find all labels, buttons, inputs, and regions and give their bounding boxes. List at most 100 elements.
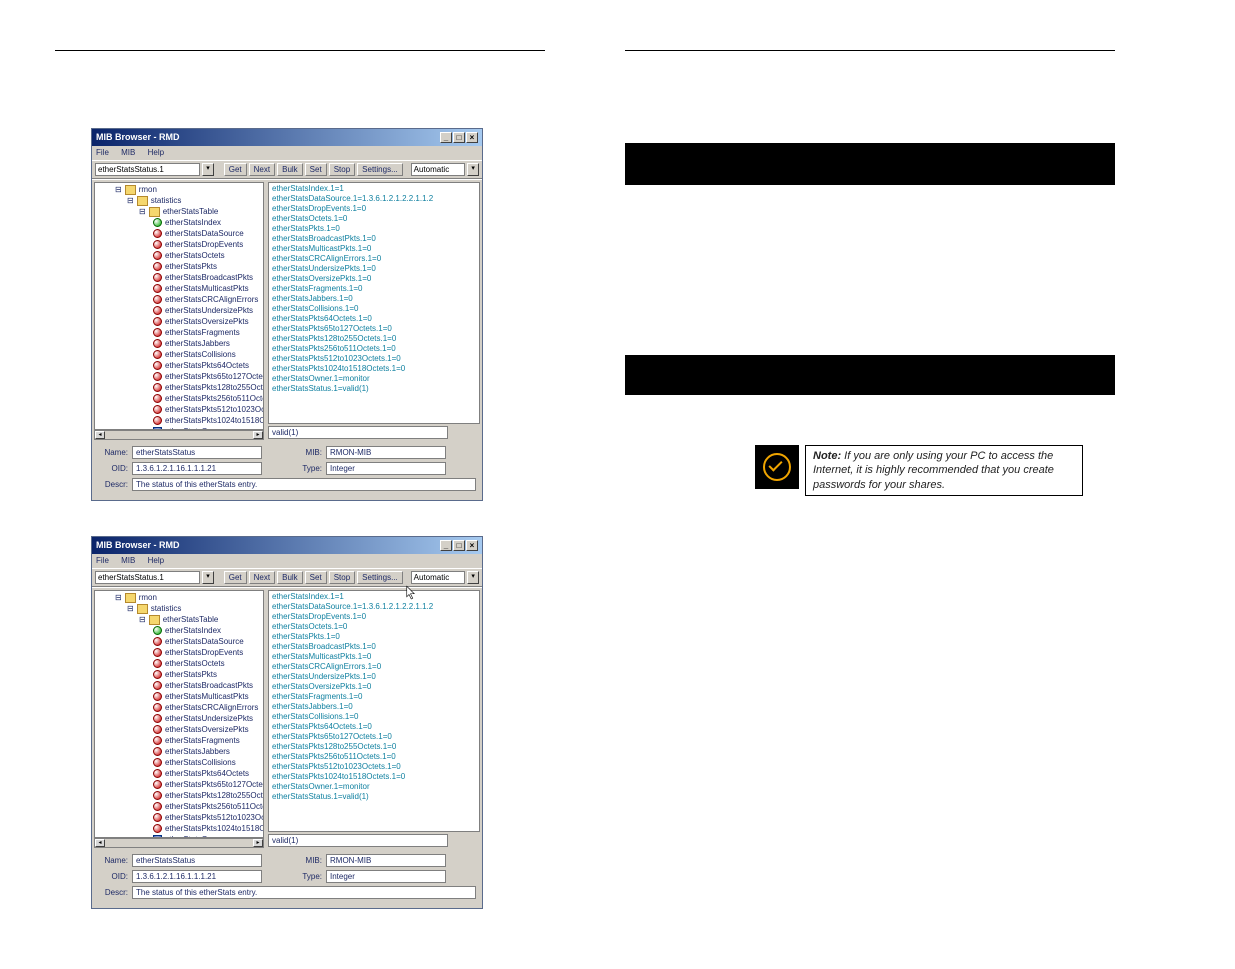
dropdown-icon[interactable]: ▾	[467, 163, 479, 176]
result-status-field[interactable]: valid(1)	[268, 426, 448, 439]
window-title: MIB Browser - RMD	[96, 540, 180, 551]
settings-button[interactable]: Settings...	[357, 163, 403, 176]
mib-field[interactable]: RMON-MIB	[326, 854, 446, 867]
type-label: Type:	[292, 464, 326, 474]
leaf-icon	[153, 692, 162, 701]
folder-icon	[149, 615, 160, 625]
name-label: Name:	[98, 856, 132, 866]
details-panel: Name:etherStatsStatus OID:1.3.6.1.2.1.16…	[92, 850, 482, 908]
dropdown-icon[interactable]: ▾	[202, 571, 214, 584]
name-field[interactable]: etherStatsStatus	[132, 446, 262, 459]
note-label: Note:	[813, 450, 841, 462]
leaf-icon	[153, 229, 162, 238]
oid-field[interactable]: 1.3.6.1.2.1.16.1.1.1.21	[132, 462, 262, 475]
toolbar: etherStatsStatus.1 ▾ Get Next Bulk Set S…	[92, 568, 482, 587]
leaf-icon	[153, 626, 162, 635]
left-column: MIB Browser - RMD _ □ × File MIB Help et…	[55, 50, 545, 909]
bulk-button[interactable]: Bulk	[277, 163, 303, 176]
settings-button[interactable]: Settings...	[357, 571, 403, 584]
close-icon[interactable]: ×	[466, 540, 478, 551]
type-field[interactable]: Integer	[326, 462, 446, 475]
leaf-icon	[153, 317, 162, 326]
folder-icon	[125, 593, 136, 603]
leaf-icon	[153, 747, 162, 756]
page-rule	[625, 50, 1115, 51]
note-body: If you are only using your PC to access …	[813, 450, 1054, 491]
stop-button[interactable]: Stop	[329, 571, 355, 584]
mode-select[interactable]: Automatic	[411, 571, 466, 584]
next-button[interactable]: Next	[249, 571, 275, 584]
menu-help[interactable]: Help	[148, 148, 164, 157]
name-field[interactable]: etherStatsStatus	[132, 854, 262, 867]
menu-help[interactable]: Help	[148, 556, 164, 565]
oid-input[interactable]: etherStatsStatus.1	[95, 163, 200, 176]
mib-tree[interactable]: ⊟rmon ⊟statistics ⊟etherStatsTable ether…	[94, 590, 264, 838]
set-button[interactable]: Set	[305, 163, 327, 176]
leaf-icon	[153, 306, 162, 315]
right-column: Note: If you are only using your PC to a…	[625, 50, 1115, 909]
folder-icon	[149, 207, 160, 217]
leaf-icon	[153, 736, 162, 745]
maximize-icon[interactable]: □	[453, 132, 465, 143]
leaf-icon	[153, 405, 162, 414]
leaf-icon	[153, 339, 162, 348]
dropdown-icon[interactable]: ▾	[467, 571, 479, 584]
mib-browser-window-2: MIB Browser - RMD _ □ × File MIB Help et…	[91, 536, 483, 909]
leaf-icon	[153, 758, 162, 767]
leaf-icon	[153, 648, 162, 657]
window-title: MIB Browser - RMD	[96, 132, 180, 143]
menu-file[interactable]: File	[96, 148, 109, 157]
close-icon[interactable]: ×	[466, 132, 478, 143]
folder-icon	[125, 185, 136, 195]
leaf-icon	[153, 637, 162, 646]
mode-select[interactable]: Automatic	[411, 163, 466, 176]
horizontal-scrollbar[interactable]: ◂▸	[94, 838, 264, 848]
dropdown-icon[interactable]: ▾	[202, 163, 214, 176]
leaf-icon	[153, 284, 162, 293]
descr-label: Descr:	[98, 480, 132, 490]
leaf-icon	[153, 703, 162, 712]
leaf-icon	[153, 251, 162, 260]
oid-input[interactable]: etherStatsStatus.1	[95, 571, 200, 584]
horizontal-scrollbar[interactable]: ◂▸	[94, 430, 264, 440]
oid-field[interactable]: 1.3.6.1.2.1.16.1.1.1.21	[132, 870, 262, 883]
note-callout: Note: If you are only using your PC to a…	[755, 445, 1115, 496]
result-status-field[interactable]: valid(1)	[268, 834, 448, 847]
menu-mib[interactable]: MIB	[121, 556, 135, 565]
leaf-icon	[153, 813, 162, 822]
set-button[interactable]: Set	[305, 571, 327, 584]
minimize-icon[interactable]: _	[440, 132, 452, 143]
menu-file[interactable]: File	[96, 556, 109, 565]
mib-label: MIB:	[292, 448, 326, 458]
minimize-icon[interactable]: _	[440, 540, 452, 551]
window-titlebar: MIB Browser - RMD _ □ ×	[92, 537, 482, 554]
menubar: File MIB Help	[92, 554, 482, 568]
leaf-icon	[153, 328, 162, 337]
oid-label: OID:	[98, 872, 132, 882]
leaf-icon	[153, 769, 162, 778]
get-button[interactable]: Get	[224, 163, 247, 176]
type-field[interactable]: Integer	[326, 870, 446, 883]
leaf-icon	[153, 659, 162, 668]
window-titlebar: MIB Browser - RMD _ □ ×	[92, 129, 482, 146]
name-label: Name:	[98, 448, 132, 458]
leaf-icon	[153, 273, 162, 282]
mib-field[interactable]: RMON-MIB	[326, 446, 446, 459]
menu-mib[interactable]: MIB	[121, 148, 135, 157]
descr-field[interactable]: The status of this etherStats entry.	[132, 886, 476, 899]
leaf-icon	[153, 350, 162, 359]
bulk-button[interactable]: Bulk	[277, 571, 303, 584]
leaf-icon	[153, 262, 162, 271]
leaf-icon	[153, 802, 162, 811]
leaf-icon	[153, 240, 162, 249]
stop-button[interactable]: Stop	[329, 163, 355, 176]
menubar: File MIB Help	[92, 146, 482, 160]
get-button[interactable]: Get	[224, 571, 247, 584]
next-button[interactable]: Next	[249, 163, 275, 176]
leaf-icon	[153, 725, 162, 734]
mib-tree[interactable]: ⊟rmon ⊟statistics ⊟etherStatsTable ether…	[94, 182, 264, 430]
descr-label: Descr:	[98, 888, 132, 898]
maximize-icon[interactable]: □	[453, 540, 465, 551]
descr-field[interactable]: The status of this etherStats entry.	[132, 478, 476, 491]
check-icon	[755, 445, 799, 489]
